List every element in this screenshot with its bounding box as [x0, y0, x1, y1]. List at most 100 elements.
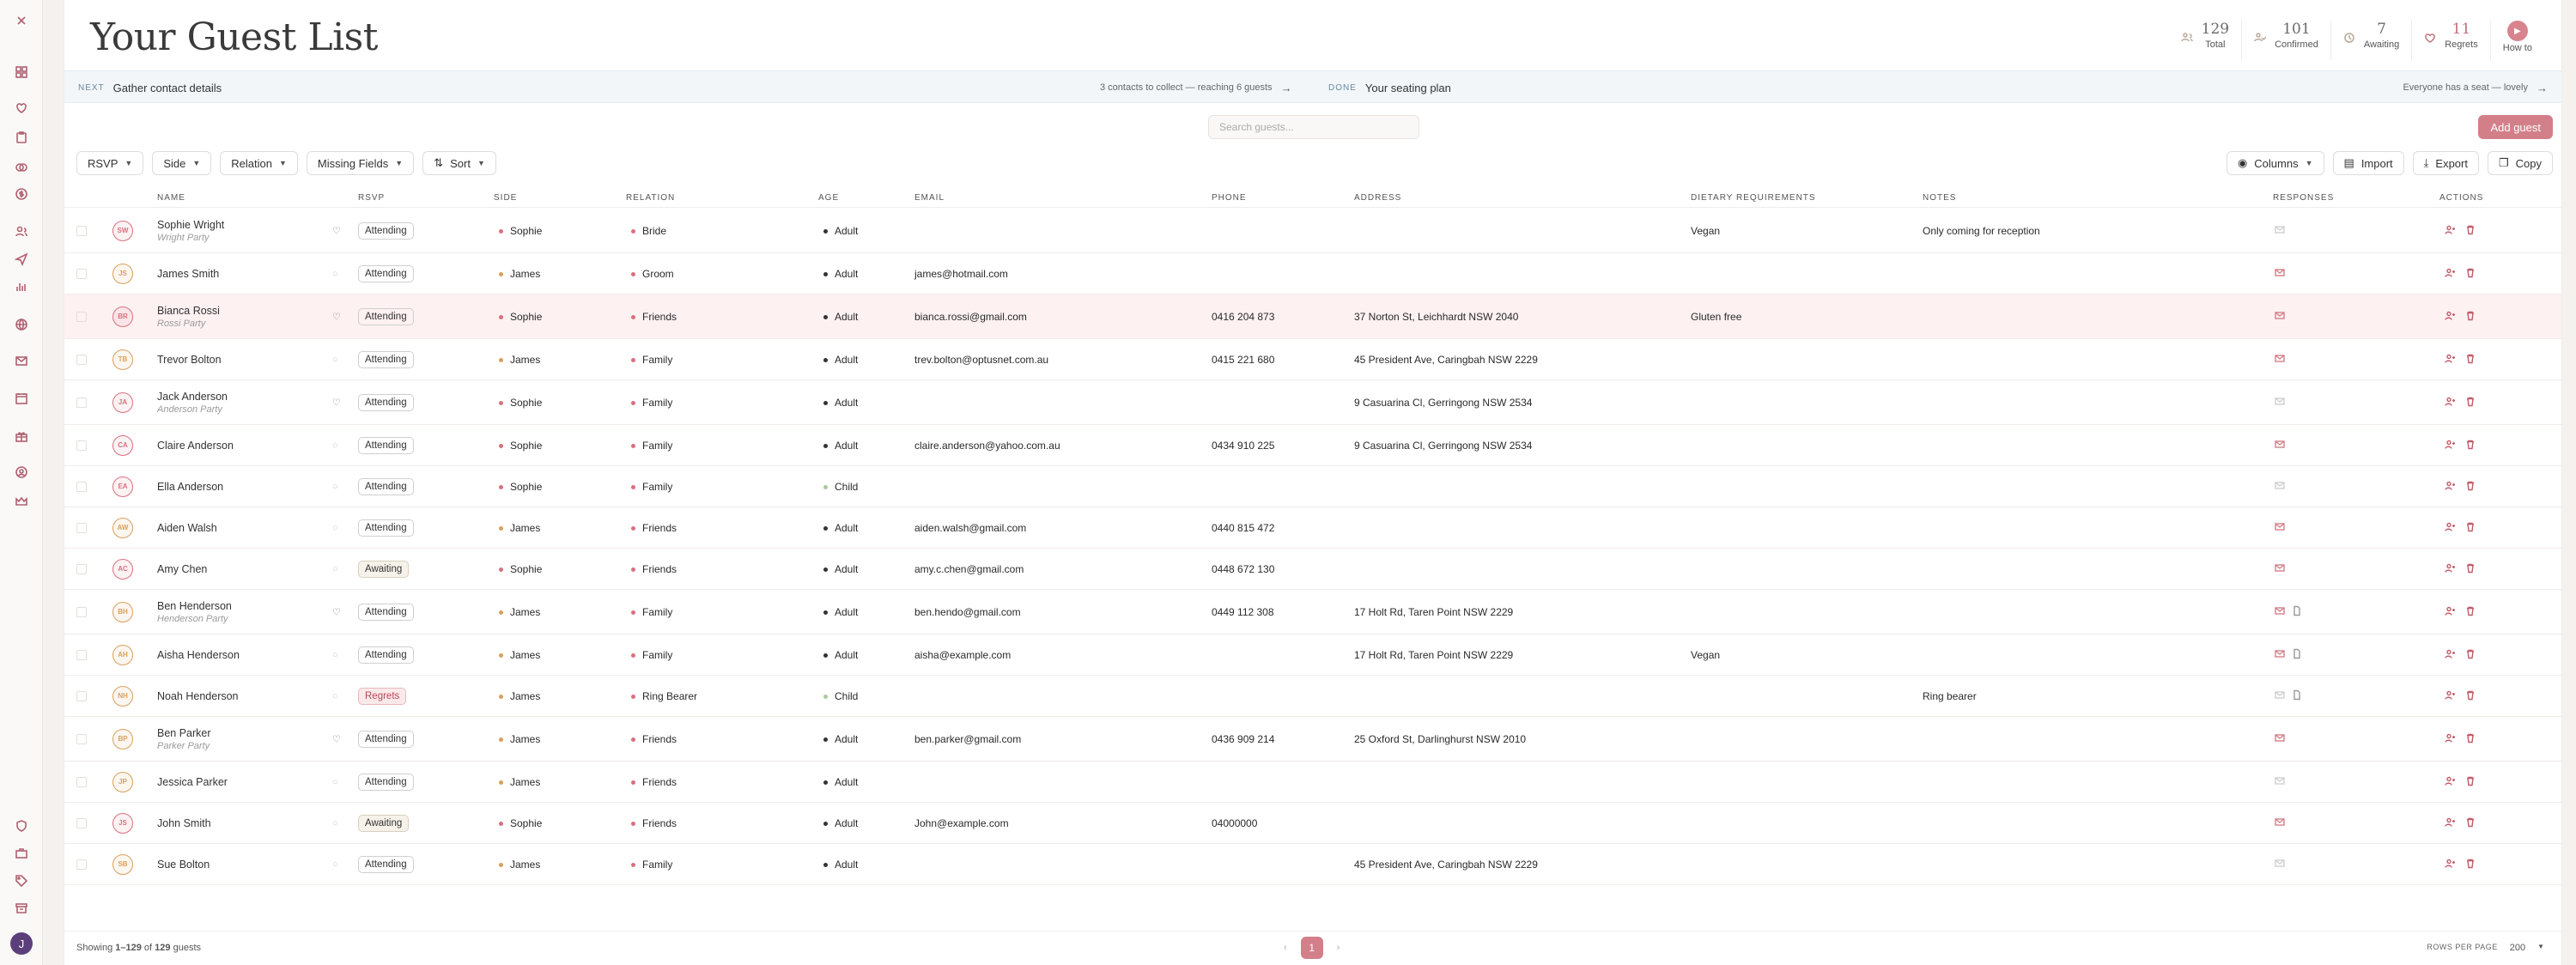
guest-name[interactable]: Ella Anderson [157, 481, 223, 493]
dollar-icon[interactable] [11, 184, 32, 204]
side-cell[interactable]: James [499, 522, 540, 534]
rsvp-badge[interactable]: Attending [358, 436, 414, 454]
guest-name[interactable]: Aisha Henderson [157, 649, 240, 661]
mail-icon[interactable] [2275, 396, 2285, 409]
email-cell[interactable]: aisha@example.com [914, 649, 1011, 661]
mail-icon[interactable] [2275, 310, 2285, 323]
rsvp-badge[interactable]: Attending [358, 855, 414, 873]
address-cell[interactable]: 9 Casuarina Cl, Gerringong NSW 2534 [1354, 397, 1532, 409]
delete-icon[interactable] [2465, 224, 2476, 237]
address-cell[interactable]: 45 President Ave, Caringbah NSW 2229 [1354, 354, 1538, 366]
row-checkbox[interactable] [76, 649, 87, 660]
import-button[interactable]: ▤ Import [2332, 151, 2404, 175]
delete-icon[interactable] [2465, 353, 2476, 366]
age-cell[interactable]: Adult [823, 776, 858, 788]
relation-cell[interactable]: Friends [631, 733, 677, 745]
seat-assign-icon[interactable] [2445, 562, 2455, 575]
party-icon[interactable]: ♡ [332, 606, 341, 617]
mail-icon[interactable] [2275, 858, 2285, 871]
briefcase-icon[interactable] [11, 843, 32, 864]
table-row[interactable]: JS John Smith ○ Awaiting Sophie Friends Adult J… [64, 803, 2561, 844]
address-cell[interactable]: 17 Holt Rd, Taren Point NSW 2229 [1354, 606, 1513, 618]
side-cell[interactable]: James [499, 354, 540, 366]
guest-name[interactable]: Aiden Walsh [157, 522, 217, 534]
table-row[interactable]: JA Jack Anderson Anderson Party ♡ Attending S… [64, 380, 2561, 425]
chevron-right-icon[interactable]: › [1337, 943, 1340, 953]
send-icon[interactable] [11, 249, 32, 270]
side-cell[interactable]: Sophie [499, 440, 542, 452]
rsvp-badge[interactable]: Awaiting [358, 814, 410, 832]
delete-icon[interactable] [2465, 480, 2476, 493]
party-icon[interactable]: ♡ [332, 225, 341, 236]
side-cell[interactable]: James [499, 776, 540, 788]
person-icon[interactable]: ○ [332, 564, 338, 574]
document-icon[interactable] [2292, 648, 2302, 661]
filter-rsvp[interactable]: RSVP ▼ [76, 151, 144, 175]
gift-icon[interactable] [11, 426, 32, 446]
globe-icon[interactable] [11, 314, 32, 335]
profile-icon[interactable] [11, 462, 32, 482]
mail-icon[interactable] [2275, 439, 2285, 452]
seat-assign-icon[interactable] [2445, 353, 2455, 366]
relation-cell[interactable]: Family [631, 481, 672, 493]
col-relation[interactable]: RELATION [626, 193, 675, 203]
row-checkbox[interactable] [76, 440, 87, 451]
relation-cell[interactable]: Bride [631, 225, 666, 237]
document-icon[interactable] [2292, 605, 2302, 618]
dietary-cell[interactable]: Gluten free [1691, 311, 1741, 323]
age-cell[interactable]: Child [823, 690, 858, 702]
table-row[interactable]: AC Amy Chen ○ Awaiting Sophie Friends Adult amy… [64, 549, 2561, 590]
relation-cell[interactable]: Friends [631, 522, 677, 534]
row-checkbox[interactable] [76, 563, 87, 574]
delete-icon[interactable] [2465, 858, 2476, 871]
age-cell[interactable]: Adult [823, 354, 858, 366]
guest-name[interactable]: Sue Bolton [157, 859, 210, 871]
col-phone[interactable]: PHONE [1212, 193, 1247, 203]
person-icon[interactable]: ○ [332, 650, 338, 660]
col-age[interactable]: AGE [818, 193, 839, 203]
mail-icon[interactable] [2275, 521, 2285, 534]
filter-missing-fields[interactable]: Missing Fields ▼ [306, 151, 415, 175]
mail-icon[interactable] [2275, 732, 2285, 745]
side-cell[interactable]: Sophie [499, 481, 542, 493]
mail-icon[interactable] [2275, 480, 2285, 493]
rings-icon[interactable] [11, 156, 32, 177]
guest-name[interactable]: Amy Chen [157, 563, 207, 575]
person-icon[interactable]: ○ [332, 818, 338, 828]
mail-icon[interactable] [11, 350, 32, 371]
address-cell[interactable]: 37 Norton St, Leichhardt NSW 2040 [1354, 311, 1518, 323]
rsvp-badge[interactable]: Attending [358, 773, 414, 791]
email-cell[interactable]: aiden.walsh@gmail.com [914, 522, 1026, 534]
guest-name[interactable]: Noah Henderson [157, 690, 239, 702]
address-cell[interactable]: 17 Holt Rd, Taren Point NSW 2229 [1354, 649, 1513, 661]
table-row[interactable]: NH Noah Henderson ○ Regrets James Ring Bearer… [64, 676, 2561, 717]
email-cell[interactable]: ben.parker@gmail.com [914, 733, 1021, 745]
phone-cell[interactable]: 0434 910 225 [1212, 440, 1274, 452]
person-icon[interactable]: ○ [332, 482, 338, 492]
dietary-cell[interactable]: Vegan [1691, 649, 1720, 661]
rsvp-badge[interactable]: Attending [358, 646, 414, 664]
rsvp-badge[interactable]: Attending [358, 730, 414, 748]
email-cell[interactable]: claire.anderson@yahoo.com.au [914, 440, 1060, 452]
mail-icon[interactable] [2275, 648, 2285, 661]
age-cell[interactable]: Child [823, 481, 858, 493]
col-email[interactable]: EMAIL [914, 193, 945, 203]
age-cell[interactable]: Adult [823, 311, 858, 323]
guest-name[interactable]: Jessica Parker [157, 776, 228, 788]
person-icon[interactable]: ○ [332, 859, 338, 870]
col-side[interactable]: SIDE [494, 193, 517, 203]
row-checkbox[interactable] [76, 311, 87, 322]
chevron-left-icon[interactable]: ‹ [1284, 943, 1287, 953]
rsvp-badge[interactable]: Attending [358, 603, 414, 621]
relation-cell[interactable]: Friends [631, 311, 677, 323]
dietary-cell[interactable]: Vegan [1691, 225, 1720, 237]
mail-icon[interactable] [2275, 224, 2285, 237]
age-cell[interactable]: Adult [823, 733, 858, 745]
copy-button[interactable]: ❐ Copy [2487, 151, 2553, 175]
table-row[interactable]: CA Claire Anderson ○ Attending Sophie Family A… [64, 425, 2561, 466]
seat-assign-icon[interactable] [2445, 521, 2455, 534]
archive-icon[interactable] [11, 898, 32, 919]
mail-icon[interactable] [2275, 816, 2285, 829]
age-cell[interactable]: Adult [823, 440, 858, 452]
age-cell[interactable]: Adult [823, 859, 858, 871]
